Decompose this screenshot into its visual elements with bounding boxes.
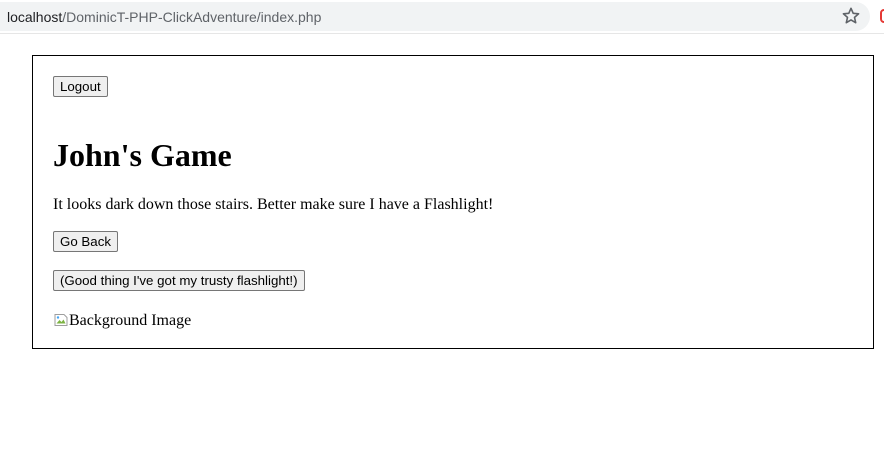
- game-container: Logout John's Game It looks dark down th…: [32, 55, 874, 349]
- page-title: John's Game: [53, 137, 232, 173]
- go-back-button[interactable]: Go Back: [53, 231, 118, 252]
- url-field[interactable]: localhost/DominicT-PHP-ClickAdventure/in…: [0, 2, 870, 31]
- browser-address-bar: localhost/DominicT-PHP-ClickAdventure/in…: [0, 0, 884, 34]
- broken-image-icon: [54, 314, 68, 326]
- story-text: It looks dark down those stairs. Better …: [53, 196, 494, 213]
- flashlight-choice-button[interactable]: (Good thing I've got my trusty flashligh…: [53, 270, 305, 291]
- profile-icon[interactable]: [880, 9, 884, 23]
- url-text[interactable]: localhost/DominicT-PHP-ClickAdventure/in…: [7, 9, 321, 25]
- url-host: localhost: [7, 9, 63, 25]
- url-path: /DominicT-PHP-ClickAdventure/index.php: [62, 9, 322, 25]
- logout-button[interactable]: Logout: [53, 76, 108, 97]
- background-image: Background Image: [53, 310, 191, 330]
- bookmark-star-icon[interactable]: [841, 6, 861, 26]
- background-image-alt: Background Image: [69, 311, 192, 329]
